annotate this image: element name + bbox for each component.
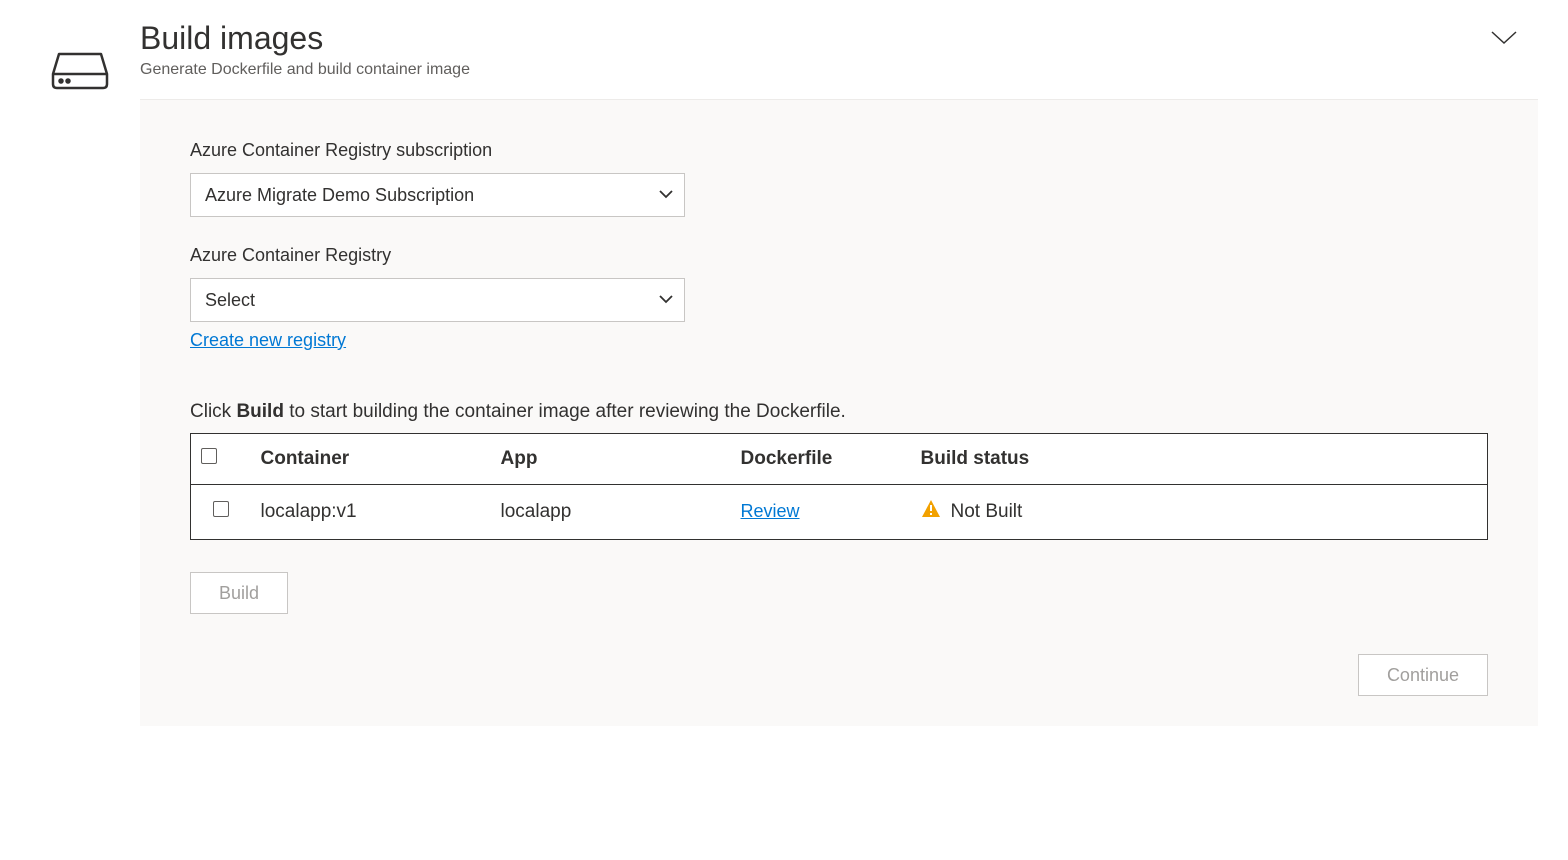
- col-header-dockerfile: Dockerfile: [731, 434, 911, 485]
- registry-select[interactable]: Select: [190, 278, 685, 322]
- content-panel: Azure Container Registry subscription Az…: [140, 100, 1538, 726]
- create-registry-link[interactable]: Create new registry: [190, 330, 346, 351]
- review-dockerfile-link[interactable]: Review: [741, 501, 800, 522]
- page-title: Build images: [140, 20, 470, 57]
- col-header-status: Build status: [911, 434, 1488, 485]
- chevron-down-icon: [1490, 33, 1518, 50]
- cell-app: localapp: [491, 485, 731, 540]
- warning-icon: [921, 499, 941, 525]
- col-header-container: Container: [251, 434, 491, 485]
- cell-container: localapp:v1: [251, 485, 491, 540]
- col-header-app: App: [491, 434, 731, 485]
- table-row: localapp:v1 localapp Review: [191, 485, 1488, 540]
- registry-label: Azure Container Registry: [190, 245, 1488, 266]
- row-checkbox[interactable]: [213, 501, 229, 517]
- disk-icon: [51, 50, 109, 95]
- registry-value: Select: [205, 290, 255, 311]
- subscription-label: Azure Container Registry subscription: [190, 140, 1488, 161]
- continue-button[interactable]: Continue: [1358, 654, 1488, 696]
- page-subtitle: Generate Dockerfile and build container …: [140, 61, 470, 79]
- build-button[interactable]: Build: [190, 572, 288, 614]
- collapse-toggle[interactable]: [1490, 20, 1538, 51]
- select-all-checkbox[interactable]: [201, 448, 217, 464]
- build-instruction: Click Build to start building the contai…: [190, 401, 1488, 423]
- page-header: Build images Generate Dockerfile and bui…: [140, 20, 1538, 100]
- cell-status: Not Built: [951, 501, 1023, 523]
- subscription-value: Azure Migrate Demo Subscription: [205, 185, 474, 206]
- subscription-select[interactable]: Azure Migrate Demo Subscription: [190, 173, 685, 217]
- images-table: Container App Dockerfile Build status lo…: [190, 433, 1488, 540]
